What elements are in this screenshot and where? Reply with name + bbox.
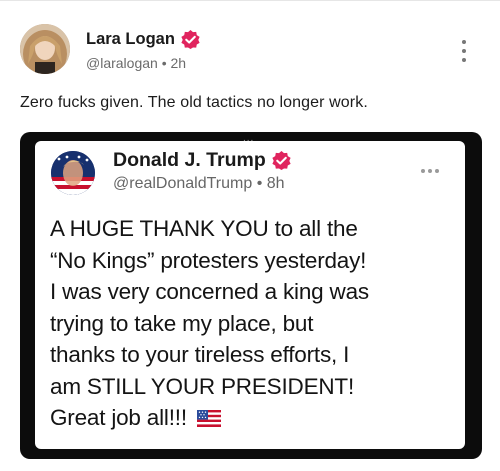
- more-options-icon[interactable]: [460, 40, 468, 62]
- embedded-more-options-icon: [421, 169, 439, 173]
- embedded-post-line: I was very concerned a king was: [50, 279, 369, 304]
- embedded-post-line: “No Kings” protesters yesterday!: [50, 247, 367, 273]
- embedded-author-avatar: [51, 151, 95, 195]
- embedded-post-line: trying to take my place, but: [50, 310, 314, 336]
- embedded-author-name-row: Donald J. Trump: [113, 149, 291, 172]
- embedded-post-line: A HUGE THANK YOU to all the: [50, 216, 358, 241]
- author-name-row[interactable]: Lara Logan: [86, 30, 200, 49]
- embedded-author-name: Donald J. Trump: [113, 149, 266, 171]
- us-flag-icon: [196, 404, 221, 436]
- top-divider: [0, 0, 500, 1]
- post-text: Zero fucks given. The old tactics no lon…: [20, 94, 368, 111]
- author-name[interactable]: Lara Logan: [86, 30, 175, 49]
- embedded-author-meta: @realDonaldTrump • 8h: [113, 175, 285, 193]
- meta-separator: •: [161, 55, 167, 71]
- embedded-post-body: A HUGE THANK YOU to all the “No Kings” p…: [50, 213, 455, 436]
- embedded-post-line: am STILL YOUR PRESIDENT!: [50, 373, 355, 399]
- embedded-verified-badge-icon: [272, 151, 291, 170]
- post-time[interactable]: 2h: [171, 55, 187, 71]
- author-handle[interactable]: @laralogan: [86, 55, 158, 71]
- embedded-post-line: thanks to your tireless efforts, I: [50, 342, 350, 367]
- embedded-meta-separator: •: [256, 175, 263, 192]
- embedded-post-line: Great job all!!!: [50, 405, 187, 430]
- embedded-author-handle: @realDonaldTrump: [113, 175, 253, 192]
- embedded-post-last-line: Great job all!!!: [50, 402, 455, 436]
- author-avatar[interactable]: [20, 24, 70, 74]
- author-meta: @laralogan • 2h: [86, 55, 186, 71]
- embedded-post-time: 8h: [266, 175, 285, 192]
- embedded-post: Donald J. Trump @realDonaldTrump • 8h A …: [35, 141, 465, 449]
- verified-badge-icon: [181, 30, 200, 49]
